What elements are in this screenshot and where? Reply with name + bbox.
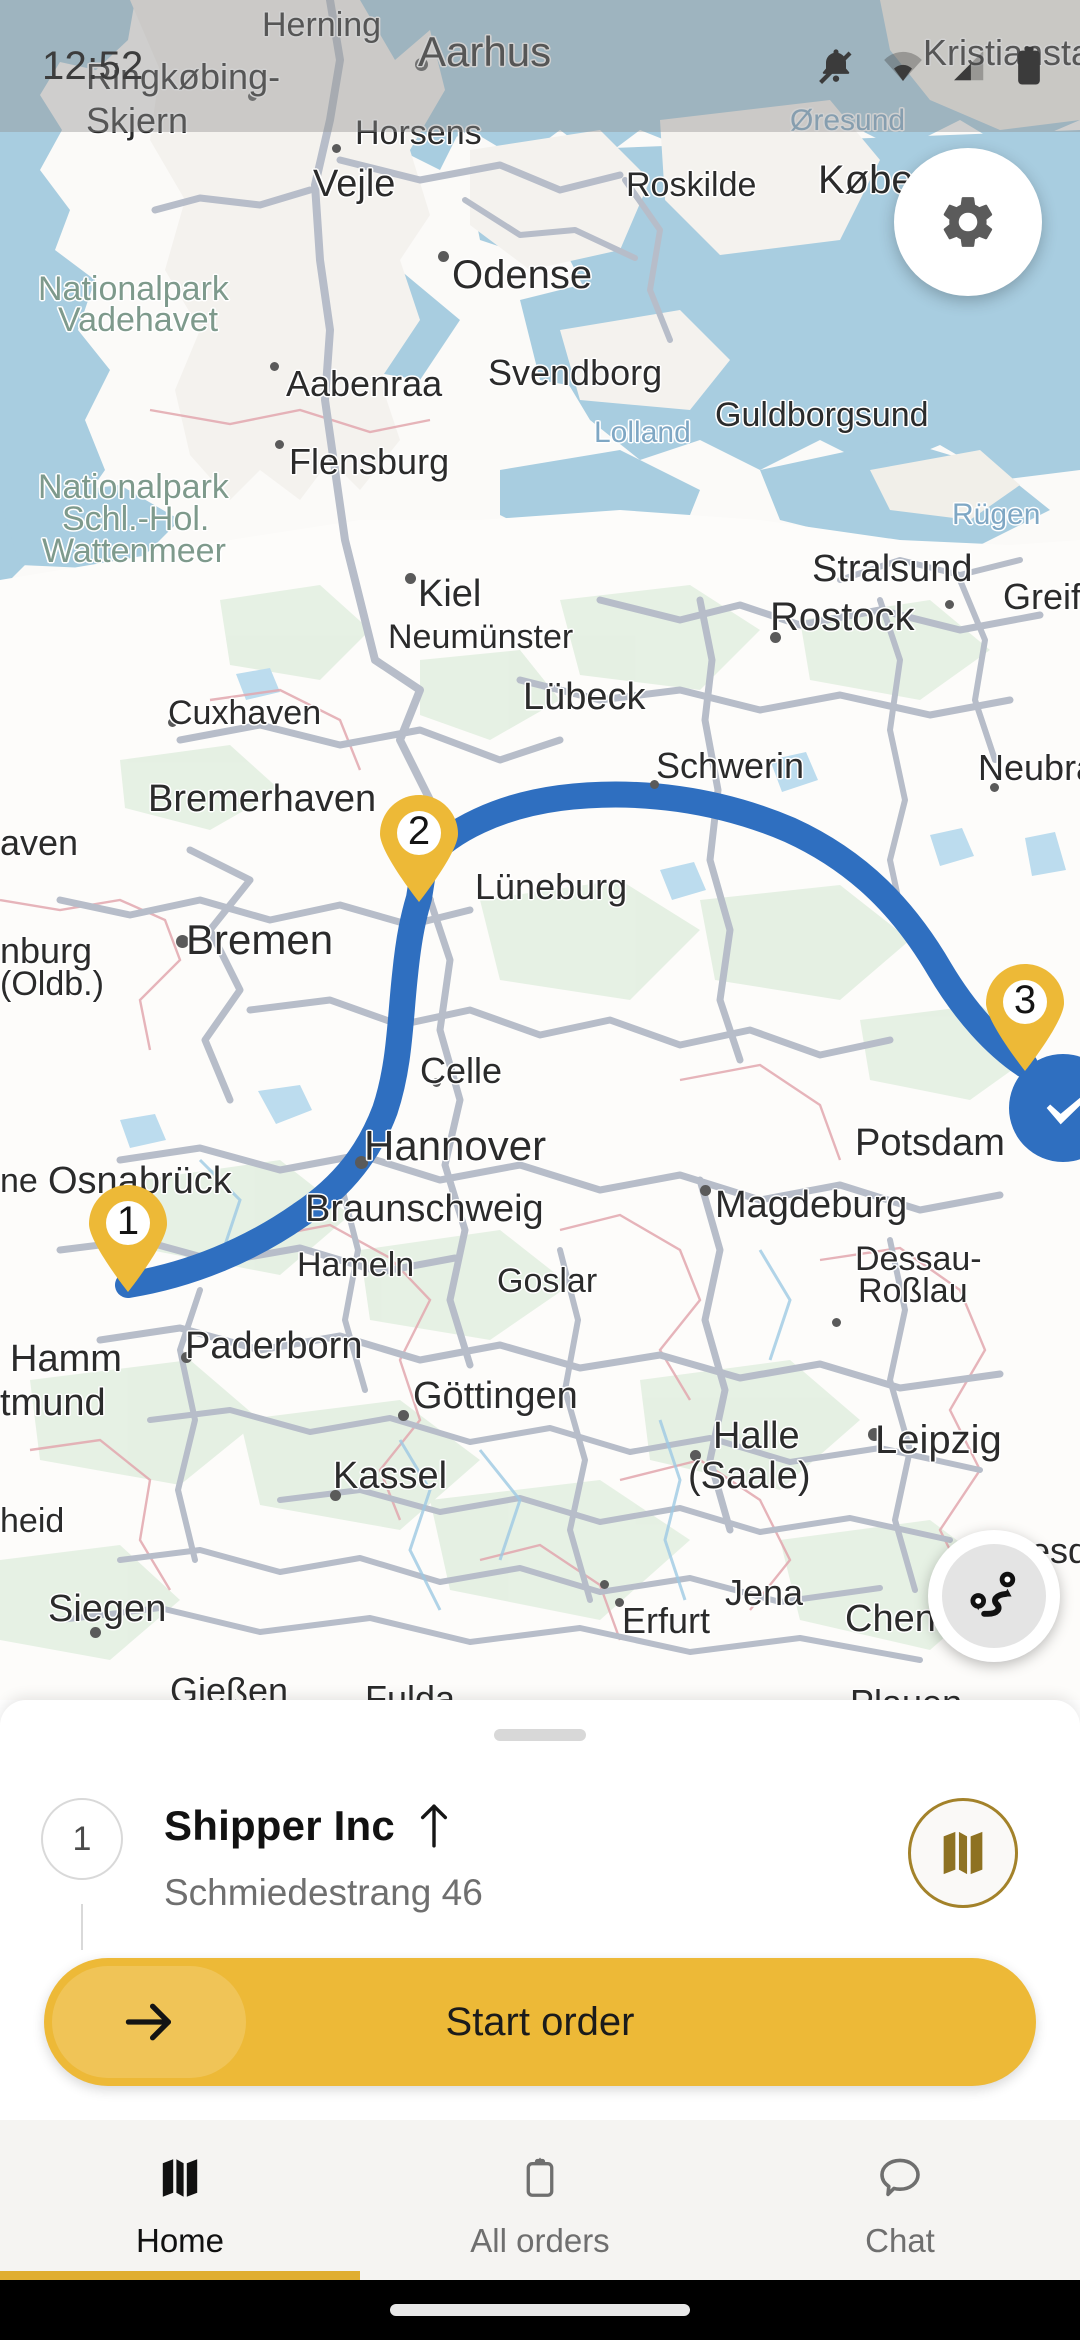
stop-summary-row[interactable]: 1 Shipper Inc Schmiedestrang 46 [0,1792,1080,1962]
route-icon [970,1571,1016,1617]
nav-item-home[interactable]: Home [0,2120,360,2280]
arrow-up-icon [420,1804,447,1848]
map-city-dot [868,1428,881,1441]
battery-icon [1018,46,1040,85]
map-city-dot [432,1078,441,1087]
swipe-thumb[interactable] [52,1966,246,2078]
map-city-dot [168,718,177,727]
map-city-dot [438,251,449,262]
stop-company-name: Shipper Inc [164,1802,395,1849]
map-city-dot [600,1580,609,1589]
nav-item-all-orders[interactable]: All orders [360,2120,720,2280]
map-city-dot [275,440,284,449]
map-city-dot [700,1185,711,1196]
map-city-dot [690,1450,701,1461]
nav-active-indicator [0,2271,360,2280]
nav-home-label: Home [135,2222,225,2259]
map-city-dot [181,1352,192,1363]
chat-bubble-icon [880,2158,920,2197]
stop-connector-line [81,1904,83,1950]
map-city-dot [945,600,954,609]
map-city-dot [990,783,999,792]
map-city-dot [832,1318,841,1327]
nav-home-icon-wrap [156,2152,204,2204]
route-button-inner [942,1544,1046,1648]
map-city-dot [90,1627,101,1638]
map-city-dot [332,144,341,153]
map-marker-label: 3 [1013,978,1037,1022]
map-city-dot [770,632,781,643]
map-city-dot [615,1598,624,1607]
home-indicator[interactable] [390,2304,690,2316]
sheet-drag-handle[interactable] [494,1729,586,1741]
map-view[interactable]: HerningAarhusKristianstadRingkøbing-Skje… [0,0,1080,1700]
open-map-button[interactable] [908,1798,1018,1908]
stop-index-column: 1 [0,1792,164,1950]
nav-item-chat[interactable]: Chat [720,2120,1080,2280]
map-city-dot [398,1410,409,1421]
app-screen: HerningAarhusKristianstadRingkøbing-Skje… [0,0,1080,2340]
stop-title-row: Shipper Inc [164,1802,908,1850]
map-city-dot [405,573,416,584]
map-city-dot [176,935,189,948]
status-bar: 12:52 [0,0,1080,132]
navigation-arrow-icon [1046,1097,1080,1125]
nav-chat-label: Chat [865,2222,935,2259]
map-icon [943,1831,983,1875]
map-marker-3[interactable]: 3 [984,964,1066,1072]
bottom-navigation: Home All orders Chat [0,2120,1080,2280]
bell-off-icon [819,49,852,84]
map-city-dot [330,1490,341,1501]
start-order-swipe-button[interactable]: Start order [44,1958,1036,2086]
gear-icon [943,197,993,247]
arrow-right-icon [125,2003,171,2041]
wifi-icon [884,51,922,81]
map-city-dot [355,1156,368,1169]
map-marker-label: 2 [407,809,431,853]
status-bar-icons [816,45,1044,87]
stop-number-badge: 1 [41,1798,123,1880]
clipboard-icon [526,2157,554,2197]
map-marker-label: 1 [116,1199,140,1243]
nav-all-orders-label: All orders [470,2222,610,2259]
route-overview-button[interactable] [928,1530,1060,1662]
map-marker-1[interactable]: 1 [87,1185,169,1293]
map-marker-2[interactable]: 2 [378,795,460,903]
stop-details: Shipper Inc Schmiedestrang 46 [164,1792,908,1914]
map-settings-button[interactable] [894,148,1042,296]
nav-all-orders-icon-wrap [518,2152,562,2204]
stop-address: Schmiedestrang 46 [164,1872,483,1913]
map-city-dot [650,780,659,789]
status-bar-clock: 12:52 [42,43,144,88]
map-icon [162,2159,198,2197]
nav-chat-icon-wrap [876,2152,924,2204]
system-gesture-area [0,2280,1080,2340]
signal-icon [953,50,984,81]
map-city-dot [270,362,279,371]
